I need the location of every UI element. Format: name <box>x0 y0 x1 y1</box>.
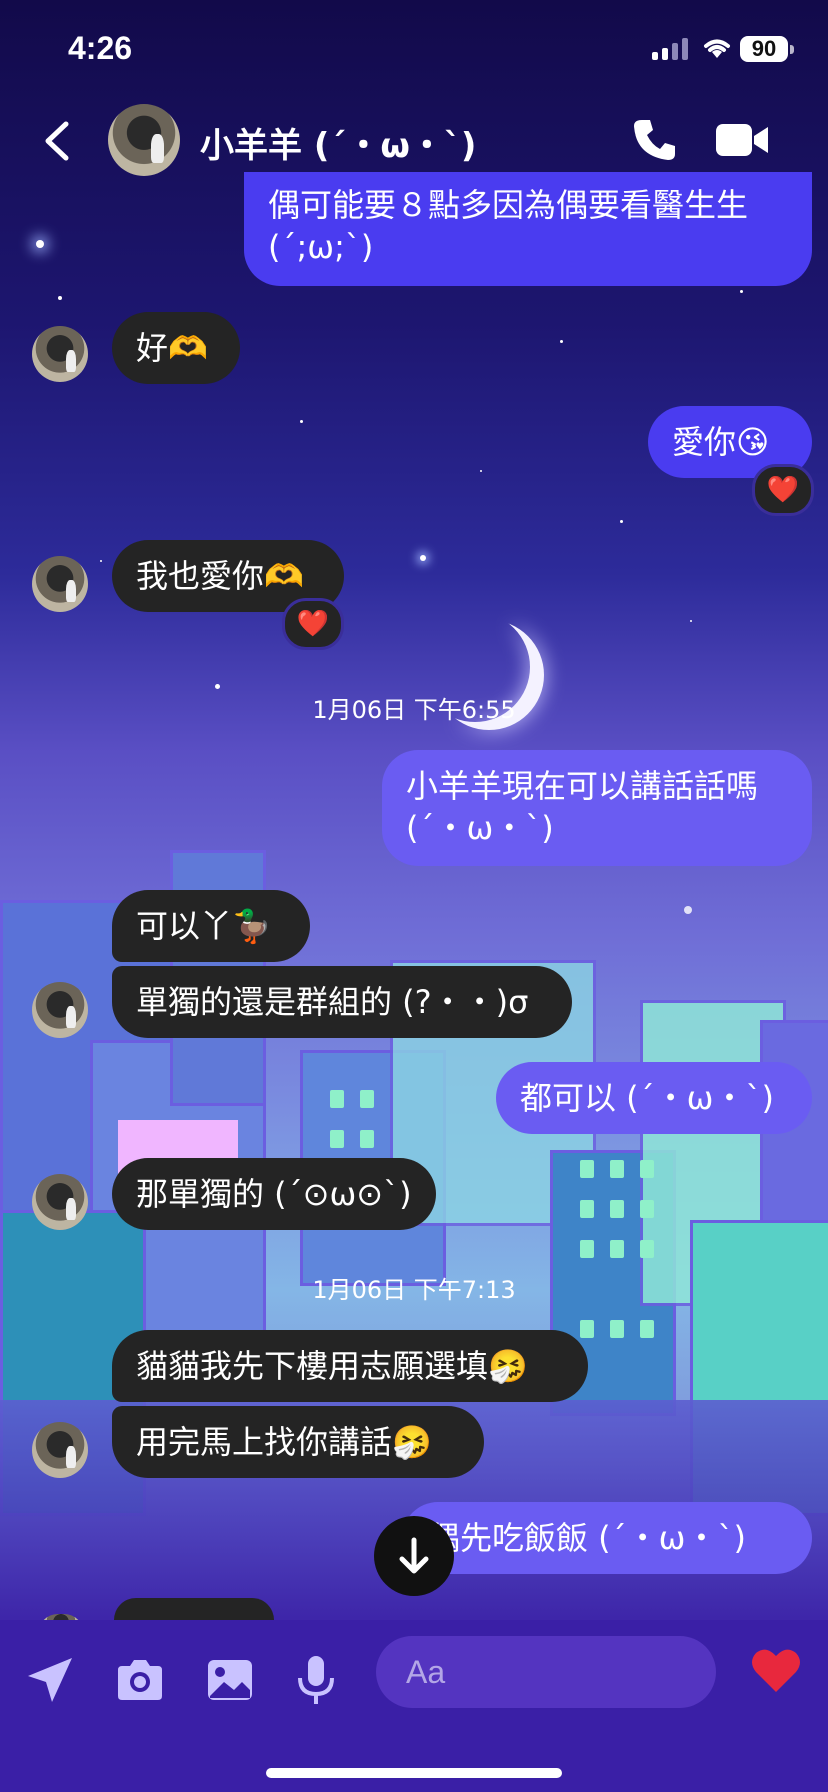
status-time: 4:26 <box>68 30 133 66</box>
wifi-icon <box>704 39 730 58</box>
message-text: (´;ω;`) <box>268 228 374 266</box>
cell-signal-icon <box>652 38 690 60</box>
back-icon[interactable] <box>38 118 78 164</box>
contact-avatar[interactable] <box>108 104 180 176</box>
video-icon[interactable] <box>716 122 770 158</box>
message-text: 偶先吃飯飯 (´・ω・`) <box>428 1519 746 1557</box>
message-text: (´・ω・`) <box>406 809 554 847</box>
message-text: 都可以 (´・ω・`) <box>520 1079 774 1117</box>
message-text: 可以丫🦆 <box>136 907 272 945</box>
message-bubble-incoming[interactable]: 貓貓我先下樓用志願選填🤧 <box>112 1330 588 1402</box>
message-input[interactable]: Aa <box>376 1636 716 1708</box>
message-bubble-incoming[interactable]: 好🫶 <box>112 312 240 384</box>
message-text: 小羊羊現在可以講話話嗎 <box>406 767 759 805</box>
message-text: 好🫶 <box>136 329 208 367</box>
contact-name[interactable]: 小羊羊 (´・ω・`) <box>200 118 476 167</box>
message-avatar[interactable] <box>32 1174 88 1230</box>
home-indicator <box>266 1768 562 1778</box>
message-avatar[interactable] <box>32 1422 88 1478</box>
chat-header: 小羊羊 (´・ω・`) <box>0 100 828 180</box>
photo-icon[interactable] <box>204 1654 256 1706</box>
message-text: 愛你😘 <box>672 423 770 461</box>
message-text: 單獨的還是群組的 (?・・)σ <box>136 983 529 1021</box>
phone-icon[interactable] <box>632 116 678 162</box>
message-input-placeholder: Aa <box>406 1654 446 1690</box>
message-bubble-outgoing[interactable]: 偶可能要８點多因為偶要看醫生生 (´;ω;`) <box>244 172 812 286</box>
location-icon[interactable] <box>24 1654 76 1706</box>
message-bubble-outgoing[interactable]: 偶先吃飯飯 (´・ω・`) <box>402 1502 812 1574</box>
message-text: 貓貓我先下樓用志願選填🤧 <box>136 1347 528 1385</box>
message-bubble-incoming[interactable]: 那單獨的 (´⊙ω⊙`) <box>112 1158 436 1230</box>
heart-reaction-badge[interactable]: ❤️ <box>752 464 814 516</box>
message-bubble-incoming[interactable]: 用完馬上找你講話🤧 <box>112 1406 484 1478</box>
message-bubble-incoming[interactable]: 單獨的還是群組的 (?・・)σ <box>112 966 572 1038</box>
message-bubble-outgoing[interactable]: 小羊羊現在可以講話話嗎 (´・ω・`) <box>382 750 812 866</box>
battery-tip <box>790 45 794 54</box>
chat-screen: 4:26 90 小羊羊 (´・ω・`) 偶可能要８點多因為偶要看醫生生 (´;ω… <box>0 0 828 1792</box>
message-avatar[interactable] <box>32 982 88 1038</box>
message-text: 用完馬上找你講話🤧 <box>136 1423 432 1461</box>
message-bubble-incoming[interactable]: 可以丫🦆 <box>112 890 310 962</box>
timestamp: 1月06日 下午6:55 <box>312 696 516 724</box>
heart-icon[interactable] <box>748 1642 804 1698</box>
heart-reaction-badge[interactable]: ❤️ <box>282 598 344 650</box>
message-text: 偶可能要８點多因為偶要看醫生生 <box>268 186 749 224</box>
message-text: 那單獨的 (´⊙ω⊙`) <box>136 1175 412 1213</box>
message-bubble-outgoing[interactable]: 都可以 (´・ω・`) <box>496 1062 812 1134</box>
arrow-down-icon <box>399 1537 429 1574</box>
message-composer: Aa <box>0 1620 828 1792</box>
scroll-to-bottom-button[interactable] <box>374 1516 454 1596</box>
battery-indicator: 90 <box>740 36 788 62</box>
message-text: 我也愛你🫶 <box>136 557 304 595</box>
mic-icon[interactable] <box>290 1654 342 1706</box>
camera-icon[interactable] <box>114 1654 166 1706</box>
message-avatar[interactable] <box>32 556 88 612</box>
timestamp: 1月06日 下午7:13 <box>312 1276 516 1304</box>
message-avatar[interactable] <box>32 326 88 382</box>
message-bubble-incoming[interactable] <box>114 1598 274 1620</box>
